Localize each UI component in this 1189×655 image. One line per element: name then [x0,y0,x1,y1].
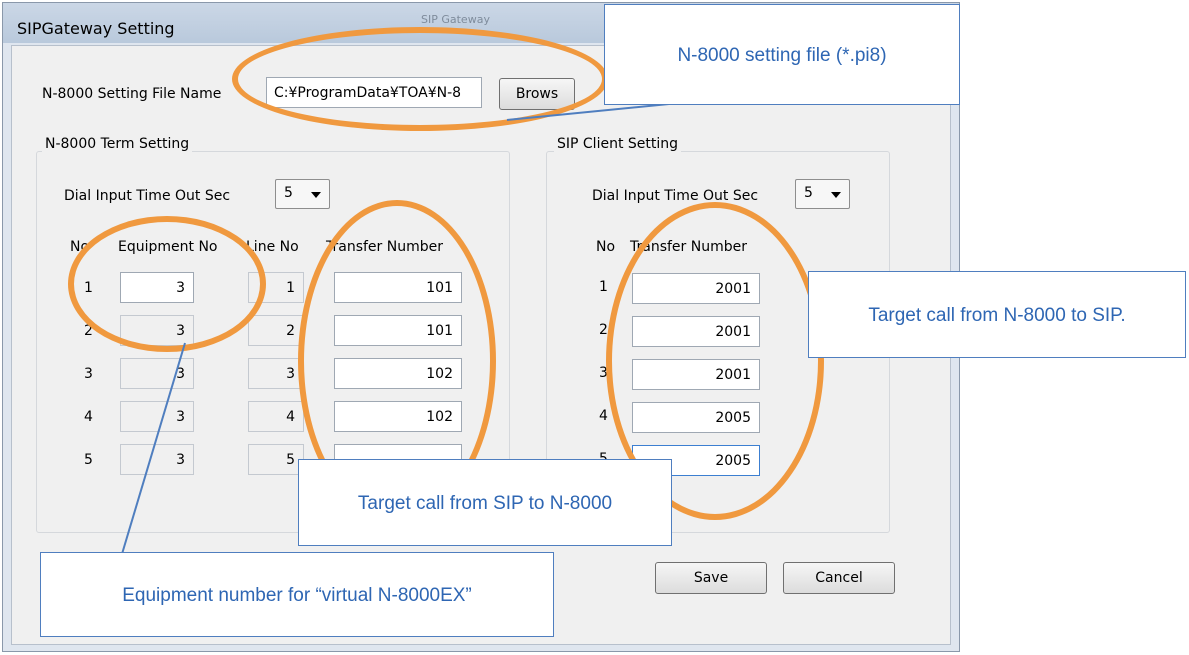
n8000-target-callout: Target call from SIP to N-8000 [298,459,672,546]
equipment-callout-pointer [121,342,186,555]
sip-target-callout: Target call from N-8000 to SIP. [808,271,1186,358]
equipment-callout: Equipment number for “virtual N-8000EX” [40,552,554,637]
file-callout: N-8000 setting file (*.pi8) [604,4,960,105]
